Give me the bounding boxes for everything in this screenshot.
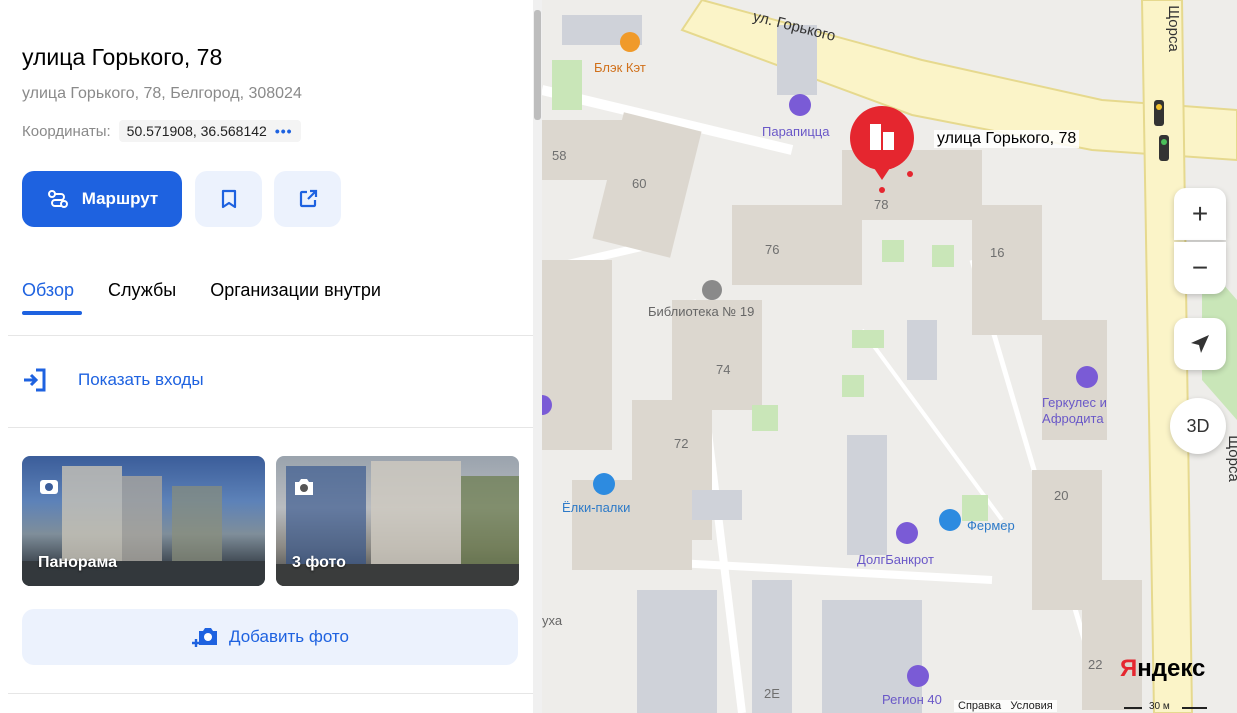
building-number: 74 <box>716 362 731 377</box>
poi-label[interactable]: Фермер <box>967 518 1015 533</box>
building-number: 58 <box>552 148 567 163</box>
building-number: 72 <box>674 436 689 451</box>
photos-count-label: 3 фото <box>292 554 346 571</box>
photos-tile[interactable]: 3 фото <box>276 456 519 586</box>
poi-label[interactable]: Ёлки-палки <box>562 500 630 515</box>
building-number: 2Е <box>764 686 780 701</box>
panorama-icon <box>38 476 60 503</box>
building-number: 76 <box>765 242 780 257</box>
building-number: 16 <box>990 245 1005 260</box>
poi-label[interactable]: Библиотека № 19 <box>648 304 754 319</box>
share-button[interactable] <box>274 171 341 227</box>
divider <box>8 427 533 428</box>
add-photo-label: Добавить фото <box>229 627 349 646</box>
help-link[interactable]: Справка <box>958 700 1001 712</box>
poi-label[interactable]: уха <box>542 613 562 628</box>
poi-label[interactable]: Парапицца <box>762 124 829 139</box>
coordinates-more-button[interactable]: ••• <box>275 123 293 139</box>
poi-label[interactable]: Блэк Кэт <box>594 60 646 75</box>
building-number: 22 <box>1088 657 1103 672</box>
poi-label[interactable]: Регион 40 <box>882 692 942 707</box>
entrance-icon <box>24 368 46 392</box>
zoom-out-button[interactable]: − <box>1174 242 1226 294</box>
zoom-in-button[interactable]: + <box>1174 188 1226 240</box>
show-entrances-label: Показать входы <box>78 370 204 389</box>
route-label: Маршрут <box>81 189 159 208</box>
street-label-shchorsa-2: Щорса <box>1224 435 1237 482</box>
scrollbar-thumb[interactable] <box>534 10 541 120</box>
pin-label[interactable]: улица Горького, 78 <box>934 130 1080 148</box>
add-photo-icon <box>192 628 217 647</box>
yandex-logo: Яндекс <box>1120 655 1206 682</box>
building-number: 78 <box>874 197 889 212</box>
panorama-tile[interactable]: Панорама <box>22 456 265 586</box>
tab-overview[interactable]: Обзор <box>22 280 82 315</box>
address-text: улица Горького, 78, Белгород, 308024 <box>22 85 302 102</box>
route-icon <box>47 190 68 208</box>
add-photo-button[interactable]: Добавить фото <box>22 609 518 665</box>
my-location-button[interactable] <box>1174 318 1226 370</box>
tab-services[interactable]: Службы <box>108 280 176 301</box>
route-button[interactable]: Маршрут <box>22 171 182 227</box>
map-scale: 30 м <box>1149 701 1170 712</box>
place-card: улица Горького, 78 улица Горького, 78, Б… <box>0 0 533 713</box>
share-icon <box>299 189 317 208</box>
camera-icon <box>292 476 316 503</box>
coordinates-label: Координаты: <box>22 122 111 140</box>
3d-button[interactable]: 3D <box>1170 398 1226 454</box>
panorama-label: Панорама <box>38 554 118 571</box>
panel-scrollbar[interactable] <box>533 0 542 713</box>
divider <box>8 693 533 694</box>
map-canvas[interactable] <box>542 0 1237 713</box>
terms-link[interactable]: Условия <box>1010 700 1052 712</box>
building-number: 20 <box>1054 488 1069 503</box>
tabs: Обзор Службы Организации внутри <box>22 280 415 315</box>
page-title: улица Горького, 78 <box>22 44 223 70</box>
map-view[interactable]: ул. Горького Щорса Щорса улица Горького,… <box>542 0 1237 713</box>
map-footer-links: Справка Условия <box>954 700 1057 712</box>
street-label-shchorsa: Щорса <box>1164 5 1182 52</box>
coordinates-box[interactable]: 50.571908, 36.568142 ••• <box>118 120 301 142</box>
coordinates-value[interactable]: 50.571908, 36.568142 <box>127 123 267 139</box>
poi-label[interactable]: Геркулес и Афродита <box>1042 395 1132 427</box>
show-entrances-link[interactable]: Показать входы <box>22 366 204 394</box>
tab-organizations-inside[interactable]: Организации внутри <box>210 280 381 301</box>
bookmark-icon <box>221 189 236 209</box>
divider <box>8 335 533 336</box>
bookmark-button[interactable] <box>195 171 262 227</box>
coordinates-row: Координаты: 50.571908, 36.568142 ••• <box>22 118 301 144</box>
building-number: 60 <box>632 176 647 191</box>
location-arrow-icon <box>1191 335 1209 353</box>
poi-label[interactable]: ДолгБанкрот <box>857 552 934 567</box>
